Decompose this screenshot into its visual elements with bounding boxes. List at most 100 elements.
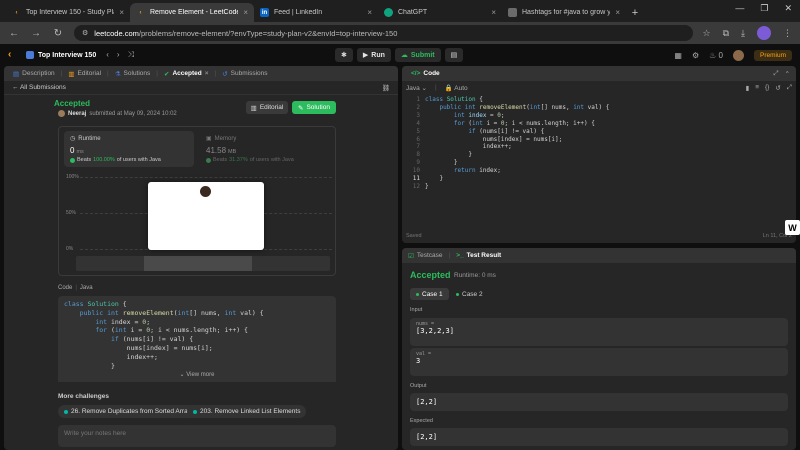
user-avatar[interactable] — [732, 49, 744, 61]
tab-testcase[interactable]: ☑ Testcase — [408, 252, 442, 260]
collapse-icon[interactable]: ⌃ — [785, 70, 790, 78]
problem-list-button[interactable]: Top Interview 150 — [26, 51, 96, 59]
tab-solutions[interactable]: ⚗ Solutions — [112, 70, 154, 78]
param-value: [3,2,2,3] — [416, 327, 454, 335]
downloads-icon[interactable]: ⤓ — [741, 28, 745, 39]
mode-value: Auto — [454, 85, 468, 92]
maximize-icon[interactable]: ⤢ — [773, 70, 778, 78]
tab-description[interactable]: ▤ Description — [10, 70, 58, 78]
tab-title: Hashtags for #java to grow you — [522, 9, 611, 16]
problem-list-name: Top Interview 150 — [38, 51, 97, 59]
expected-label: Expected — [410, 418, 433, 424]
new-tab-button[interactable]: + — [626, 3, 644, 22]
profile-avatar[interactable] — [757, 26, 771, 40]
bookmark-icon[interactable]: ▮ — [746, 84, 750, 92]
layout-grid-icon[interactable]: ▦ — [674, 51, 682, 60]
code-editor[interactable]: 1 2 3 4 5 6 7 8 9 10 11 12 class Solution { public … — [402, 96, 796, 226]
language-select[interactable]: Java ⌄ — [406, 84, 427, 92]
leetcode-logo-icon[interactable]: ‹ — [8, 50, 18, 60]
minimize-icon[interactable]: — — [735, 3, 744, 14]
challenge-chip[interactable]: 26. Remove Duplicates from Sorted Array — [58, 405, 197, 418]
y-tick-100: 100% — [66, 174, 79, 180]
tab-accepted[interactable]: ✔ Accepted × — [161, 70, 212, 78]
notes-button[interactable]: ▤ — [444, 48, 464, 62]
code-section-label: Code | Java — [58, 285, 93, 291]
runtime-card[interactable]: ◷ Runtime 0 ms Beats 100.00% of users with J… — [64, 131, 194, 167]
close-tab-icon[interactable]: × — [205, 70, 209, 77]
browser-tab-remove-element[interactable]: ‹ Remove Element - LeetCode × — [130, 3, 254, 22]
editorial-button[interactable]: ▥ Editorial — [246, 101, 288, 114]
output-box: [2,2] — [410, 393, 788, 411]
submit-button[interactable]: ☁ Submit — [394, 48, 441, 62]
code-editor-panel: </> Code ⤢ ⌃ Java ⌄ | 🔒 Auto ▮ ≡ {} ↺ ⤢ 12… — [402, 66, 796, 243]
output-label: Output — [410, 383, 427, 389]
next-problem-icon[interactable]: › — [117, 50, 120, 60]
leetcode-favicon-icon: ‹ — [15, 9, 18, 16]
view-more-button[interactable]: ⌄ View more — [58, 368, 336, 382]
bookmark-star-icon[interactable]: ☆ — [703, 28, 711, 39]
tab-label: Submissions — [230, 70, 268, 77]
browser-tab-linkedin[interactable]: in Feed | LinkedIn × — [254, 3, 378, 22]
challenge-chip[interactable]: 203. Remove Linked List Elements — [187, 405, 307, 418]
close-tab-icon[interactable]: × — [615, 8, 620, 17]
browser-tab-chatgpt[interactable]: ChatGPT × — [378, 3, 502, 22]
memory-card[interactable]: ▣ Memory 41.58 MB Beats 31.37% of users with… — [200, 131, 330, 167]
prev-problem-icon[interactable]: ‹ — [106, 50, 109, 60]
browser-tab-study-plan[interactable]: ‹ Top Interview 150 - Study Plan × — [6, 3, 130, 22]
fullscreen-icon[interactable]: ⤢ — [787, 84, 792, 92]
linkedin-favicon-icon: in — [260, 8, 269, 17]
challenge-label: 26. Remove Duplicates from Sorted Array — [71, 408, 191, 415]
chart-range-scrollbar[interactable] — [76, 256, 330, 271]
browser-tab-hashtags[interactable]: Hashtags for #java to grow you × — [502, 3, 626, 22]
tab-test-result[interactable]: >_ Test Result — [456, 252, 501, 259]
case-1-tab[interactable]: Case 1 — [410, 288, 449, 300]
side-widget-button[interactable]: W — [785, 220, 800, 235]
mode-select[interactable]: 🔒 Auto — [445, 84, 468, 92]
all-submissions-link[interactable]: ← All Submissions — [12, 84, 66, 91]
chatgpt-favicon-icon — [384, 8, 393, 17]
reset-icon[interactable]: ↺ — [775, 84, 780, 92]
debug-button[interactable]: ✱ — [335, 48, 353, 62]
run-button[interactable]: ▶ Run — [356, 48, 391, 62]
maximize-icon[interactable]: ❐ — [760, 3, 768, 14]
menu-dots-icon[interactable]: ⋮ — [783, 28, 792, 39]
scrollbar-thumb[interactable] — [144, 256, 252, 271]
y-tick-0: 0% — [66, 246, 74, 252]
tab-code[interactable]: </> Code — [408, 70, 443, 77]
tab-submissions[interactable]: ↺ Submissions — [219, 70, 270, 78]
tab-label: Solutions — [123, 70, 151, 77]
site-info-icon[interactable]: ⚙ — [82, 29, 88, 37]
shuffle-icon[interactable]: ⤨ — [128, 50, 134, 60]
close-tab-icon[interactable]: × — [491, 8, 496, 17]
premium-button[interactable]: Premium — [753, 49, 792, 61]
streak-fire-icon[interactable]: ♨ 0 — [709, 51, 723, 60]
pencil-icon: ✎ — [298, 104, 304, 112]
memory-beats-percent: 31.37% — [229, 157, 248, 163]
settings-gear-icon[interactable]: ⚙ — [692, 51, 699, 60]
case-2-tab[interactable]: Case 2 — [450, 288, 489, 300]
username[interactable]: Neeraj — [68, 111, 86, 117]
code-brackets-icon: </> — [411, 70, 421, 77]
close-tab-icon[interactable]: × — [243, 8, 248, 17]
output-value: [2,2] — [416, 398, 438, 406]
tab-editorial[interactable]: ▥ Editorial — [65, 70, 104, 78]
close-tab-icon[interactable]: × — [119, 8, 124, 17]
forward-arrow-icon[interactable]: → — [30, 28, 42, 39]
back-arrow-icon[interactable]: ← — [8, 28, 20, 39]
extensions-icon[interactable]: ⧉ — [723, 28, 729, 39]
beats-suffix: of users with Java — [116, 157, 161, 163]
tab-label: Testcase — [416, 252, 443, 259]
notes-input[interactable]: Write your notes here — [58, 425, 336, 447]
input-label: Input — [410, 307, 423, 313]
reload-icon[interactable]: ↻ — [52, 28, 64, 39]
difficulty-dot-icon — [64, 409, 68, 414]
beats-check-icon — [70, 157, 75, 163]
beats-check-icon — [206, 157, 211, 163]
url-input[interactable]: ⚙ leetcode.com/problems/remove-element/?… — [74, 25, 693, 41]
share-link-icon[interactable]: ⛓ — [382, 84, 390, 92]
close-tab-icon[interactable]: × — [367, 8, 372, 17]
braces-icon[interactable]: {} — [765, 84, 769, 92]
solution-button[interactable]: ✎ Solution — [292, 101, 336, 114]
format-code-icon[interactable]: ≡ — [755, 84, 759, 92]
close-window-icon[interactable]: ✕ — [784, 3, 792, 14]
